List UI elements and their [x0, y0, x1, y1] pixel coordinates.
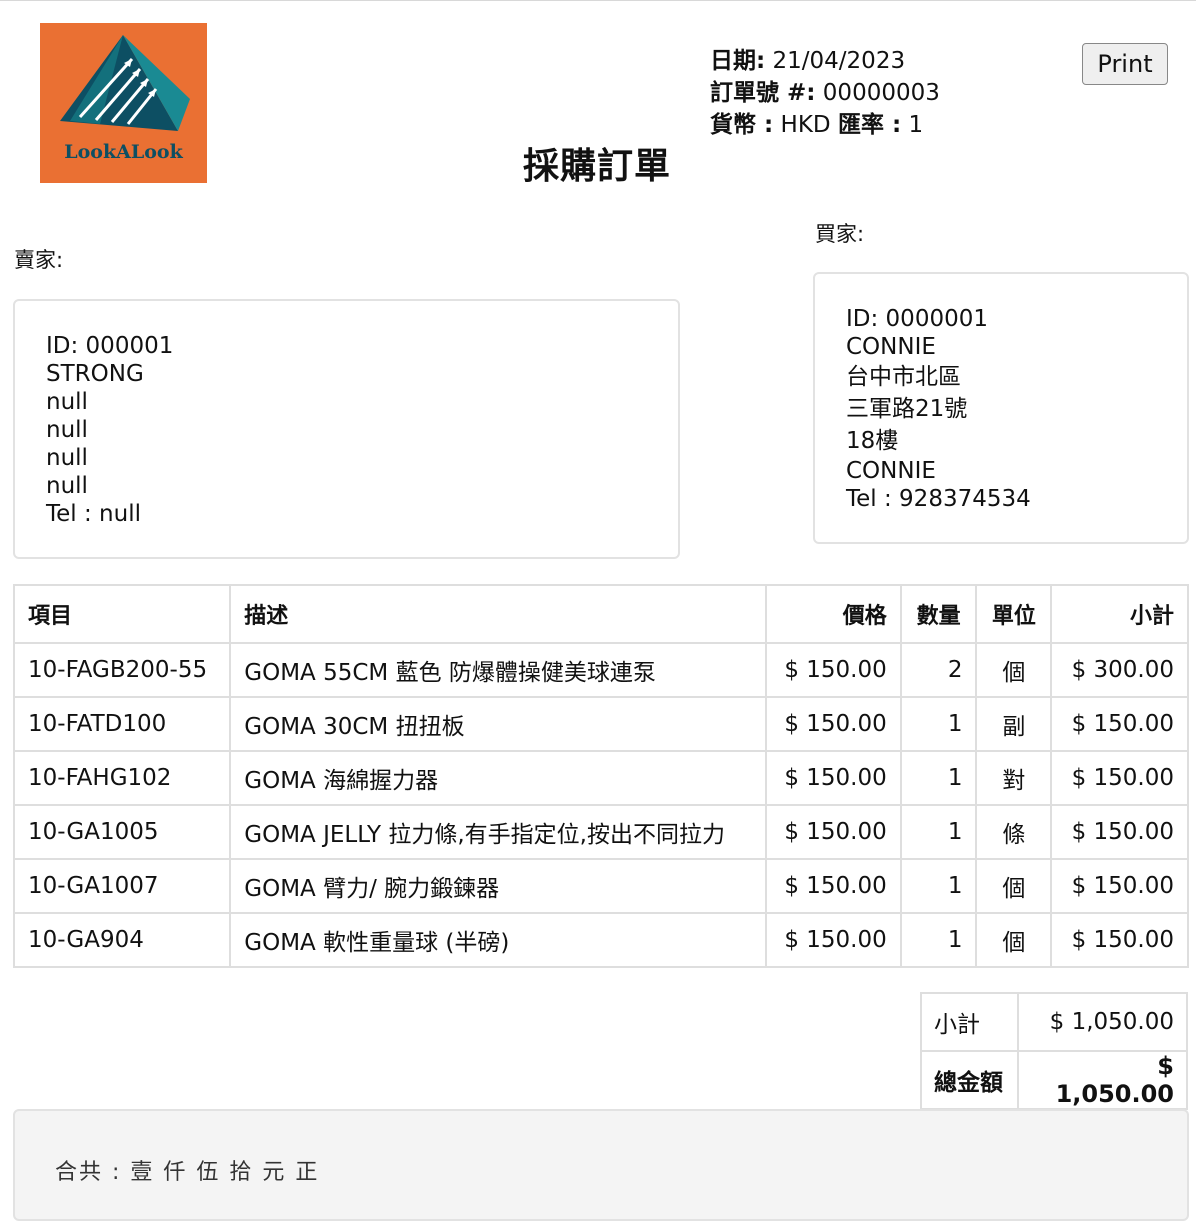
item-description: GOMA 30CM 扭扭板: [229, 696, 767, 752]
buyer-tel: Tel : 928374534: [846, 486, 1031, 512]
item-price: $ 150.00: [765, 804, 902, 860]
item-code: 10-GA1007: [12, 858, 232, 914]
item-subtotal: $ 300.00: [1050, 642, 1189, 698]
item-description: GOMA 55CM 藍色 防爆體操健美球連泵: [229, 642, 767, 698]
header-description: 描述: [229, 584, 767, 644]
item-quantity: 1: [899, 750, 978, 806]
item-quantity: 1: [899, 804, 978, 860]
seller-address-line: null: [46, 417, 88, 443]
currency-label: 貨幣 :: [710, 112, 774, 138]
seller-address-line: null: [46, 445, 88, 471]
item-unit: 條: [975, 804, 1053, 860]
header-unit: 單位: [975, 584, 1053, 644]
table-row: 10-FATD100 GOMA 30CM 扭扭板 $ 150.00 1 副 $ …: [12, 696, 1189, 752]
buyer-address-line: 18樓: [846, 428, 899, 454]
item-price: $ 150.00: [765, 642, 902, 698]
date-row: 日期: 21/04/2023: [710, 45, 940, 77]
item-price: $ 150.00: [765, 696, 902, 752]
item-unit: 對: [975, 750, 1053, 806]
buyer-address-line: 三軍路21號: [846, 396, 968, 422]
item-unit: 個: [975, 642, 1053, 698]
item-quantity: 1: [899, 858, 978, 914]
buyer-contact: CONNIE: [846, 458, 936, 484]
header-price: 價格: [765, 584, 902, 644]
subtotal-row: 小計 $ 1,050.00: [920, 992, 1189, 1052]
total-label: 總金額: [920, 1050, 1019, 1110]
seller-id: ID: 000001: [46, 333, 174, 359]
seller-name: STRONG: [46, 361, 144, 387]
seller-address-line: null: [46, 389, 88, 415]
order-meta: 日期: 21/04/2023 訂單號 #: 00000003 貨幣 : HKD …: [710, 45, 940, 141]
page-title: 採購訂單: [523, 146, 672, 187]
item-description: GOMA 臂力/ 腕力鍛鍊器: [229, 858, 767, 914]
order-number-label: 訂單號 #:: [710, 80, 816, 106]
buyer-name: CONNIE: [846, 334, 936, 360]
table-row: 10-FAHG102 GOMA 海綿握力器 $ 150.00 1 對 $ 150…: [12, 750, 1189, 806]
table-row: 10-FAGB200-55 GOMA 55CM 藍色 防爆體操健美球連泵 $ 1…: [12, 642, 1189, 698]
table-row: 10-GA904 GOMA 軟性重量球 (半磅) $ 150.00 1 個 $ …: [12, 912, 1189, 968]
totals-table: 小計 $ 1,050.00 總金額 $ 1,050.00: [920, 992, 1189, 1110]
amount-in-words: 合共 : 壹 仟 伍 拾 元 正: [13, 1109, 1189, 1221]
item-subtotal: $ 150.00: [1050, 750, 1189, 806]
buyer-info-box: ID: 0000001 CONNIE 台中市北區 三軍路21號 18樓 CONN…: [813, 272, 1189, 544]
item-description: GOMA 海綿握力器: [229, 750, 767, 806]
table-row: 10-GA1005 GOMA JELLY 拉力條,有手指定位,按出不同拉力 $ …: [12, 804, 1189, 860]
item-price: $ 150.00: [765, 912, 902, 968]
print-button[interactable]: Print: [1082, 43, 1168, 85]
item-description: GOMA JELLY 拉力條,有手指定位,按出不同拉力: [229, 804, 767, 860]
item-code: 10-FAGB200-55: [12, 642, 232, 698]
buyer-id: ID: 0000001: [846, 306, 988, 332]
table-row: 10-GA1007 GOMA 臂力/ 腕力鍛鍊器 $ 150.00 1 個 $ …: [12, 858, 1189, 914]
item-subtotal: $ 150.00: [1050, 696, 1189, 752]
logo-text: LookALook: [64, 141, 183, 163]
total-value: $ 1,050.00: [1016, 1050, 1189, 1110]
item-code: 10-FATD100: [12, 696, 232, 752]
item-quantity: 1: [899, 696, 978, 752]
currency-row: 貨幣 : HKD 匯率 : 1: [710, 109, 940, 141]
item-subtotal: $ 150.00: [1050, 858, 1189, 914]
seller-tel: Tel : null: [46, 501, 141, 527]
subtotal-label: 小計: [920, 992, 1019, 1052]
item-unit: 個: [975, 912, 1053, 968]
header-subtotal: 小計: [1050, 584, 1189, 644]
header-quantity: 數量: [899, 584, 978, 644]
subtotal-value: $ 1,050.00: [1016, 992, 1189, 1052]
item-description: GOMA 軟性重量球 (半磅): [229, 912, 767, 968]
item-quantity: 2: [899, 642, 978, 698]
order-number-row: 訂單號 #: 00000003: [710, 77, 940, 109]
item-code: 10-GA1005: [12, 804, 232, 860]
item-price: $ 150.00: [765, 858, 902, 914]
buyer-address-line: 台中市北區: [846, 364, 961, 390]
item-code: 10-FAHG102: [12, 750, 232, 806]
rate-value: 1: [908, 112, 924, 138]
currency-value: HKD: [780, 112, 831, 138]
total-row: 總金額 $ 1,050.00: [920, 1050, 1189, 1110]
item-unit: 副: [975, 696, 1053, 752]
order-number-value: 00000003: [822, 80, 940, 106]
seller-info-box: ID: 000001 STRONG null null null null Te…: [13, 299, 680, 559]
header-item: 項目: [12, 584, 232, 644]
seller-label: 賣家:: [14, 248, 64, 272]
seller-contact: null: [46, 473, 88, 499]
company-logo: LookALook: [40, 23, 207, 183]
item-subtotal: $ 150.00: [1050, 804, 1189, 860]
buyer-label: 買家:: [815, 222, 865, 246]
date-value: 21/04/2023: [772, 48, 906, 74]
item-unit: 個: [975, 858, 1053, 914]
item-code: 10-GA904: [12, 912, 232, 968]
table-header-row: 項目 描述 價格 數量 單位 小計: [12, 584, 1189, 644]
item-price: $ 150.00: [765, 750, 902, 806]
item-subtotal: $ 150.00: [1050, 912, 1189, 968]
items-table: 項目 描述 價格 數量 單位 小計 10-FAGB200-55 GOMA 55C…: [12, 584, 1189, 968]
item-quantity: 1: [899, 912, 978, 968]
rate-label: 匯率 :: [837, 112, 902, 138]
date-label: 日期:: [710, 48, 766, 74]
